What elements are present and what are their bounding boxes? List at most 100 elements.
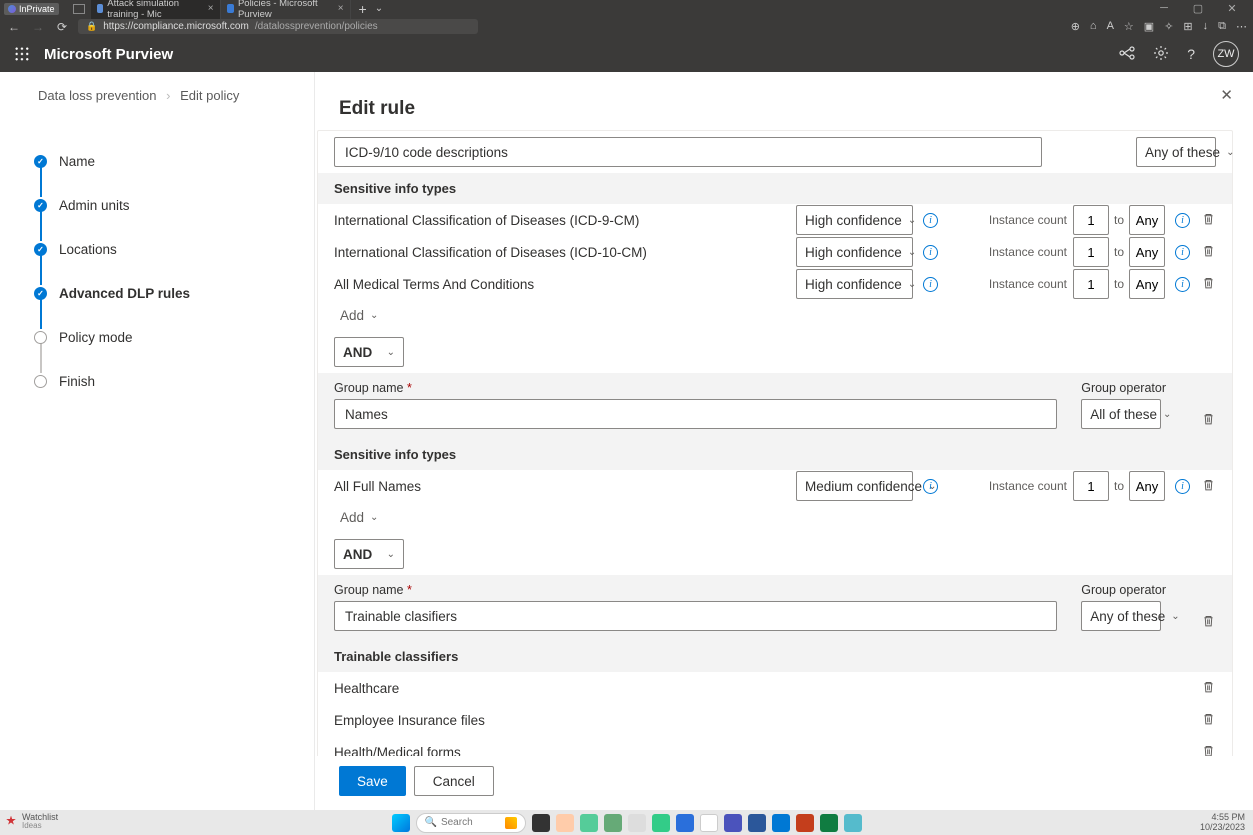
split-icon[interactable]: ▣ bbox=[1144, 20, 1154, 33]
instance-from-input[interactable] bbox=[1073, 237, 1109, 267]
rule-scroll-area[interactable]: Any of these⌄ Sensitive info types Inter… bbox=[315, 128, 1253, 756]
chat-icon[interactable] bbox=[580, 814, 598, 832]
app-icon[interactable] bbox=[628, 814, 646, 832]
info-icon[interactable]: i bbox=[1175, 479, 1190, 494]
group2-name-input[interactable] bbox=[334, 399, 1057, 429]
home-icon[interactable]: ⌂ bbox=[1090, 20, 1097, 33]
group3-name-input[interactable] bbox=[334, 601, 1057, 631]
app-header: Microsoft Purview ? ZW bbox=[0, 36, 1253, 72]
chrome-icon[interactable] bbox=[700, 814, 718, 832]
step-admin-units[interactable]: Admin units bbox=[34, 183, 314, 227]
info-icon[interactable]: i bbox=[1175, 213, 1190, 228]
cancel-button[interactable]: Cancel bbox=[414, 766, 494, 796]
star-icon[interactable]: ☆ bbox=[1124, 20, 1134, 33]
instance-from-input[interactable] bbox=[1073, 269, 1109, 299]
taskbar-clock[interactable]: 4:55 PM 10/23/2023 bbox=[1200, 813, 1245, 833]
help-icon[interactable]: ? bbox=[1187, 46, 1195, 62]
start-icon[interactable] bbox=[392, 814, 410, 832]
step-locations[interactable]: Locations bbox=[34, 227, 314, 271]
extensions-icon[interactable]: ⧉ bbox=[1218, 20, 1226, 33]
group1-operator-dropdown[interactable]: Any of these⌄ bbox=[1136, 137, 1216, 167]
delete-sit-icon[interactable] bbox=[1200, 212, 1216, 229]
group1-name-input[interactable] bbox=[334, 137, 1042, 167]
app-launcher-icon[interactable] bbox=[14, 46, 30, 62]
instance-to-dropdown[interactable]: Any bbox=[1129, 269, 1165, 299]
confidence-dropdown[interactable]: Medium confidence⌄ bbox=[796, 471, 913, 501]
info-icon[interactable]: i bbox=[923, 479, 938, 494]
delete-tc-icon[interactable] bbox=[1200, 680, 1216, 697]
group2-operator-dropdown[interactable]: All of these⌄ bbox=[1081, 399, 1161, 429]
step-name[interactable]: Name bbox=[34, 139, 314, 183]
taskview-icon[interactable] bbox=[532, 814, 550, 832]
delete-group-icon[interactable] bbox=[1200, 412, 1216, 429]
delete-tc-icon[interactable] bbox=[1200, 712, 1216, 729]
flow-icon[interactable] bbox=[1119, 45, 1135, 64]
url-input[interactable]: 🔒 https://compliance.microsoft.com/datal… bbox=[78, 19, 478, 34]
app-icon[interactable] bbox=[772, 814, 790, 832]
delete-tc-icon[interactable] bbox=[1200, 744, 1216, 757]
group3-operator-dropdown[interactable]: Any of these⌄ bbox=[1081, 601, 1161, 631]
instance-from-input[interactable] bbox=[1073, 205, 1109, 235]
taskbar-widgets[interactable]: WatchlistIdeas bbox=[6, 813, 58, 830]
maximize-icon[interactable]: ▢ bbox=[1181, 2, 1215, 15]
tab-overflow-icon[interactable]: ⌄ bbox=[375, 3, 383, 14]
instance-to-dropdown[interactable]: Any bbox=[1129, 471, 1165, 501]
close-panel-icon[interactable]: ✕ bbox=[1220, 86, 1233, 104]
minimize-icon[interactable]: ─ bbox=[1147, 2, 1181, 15]
dropdown-value: Any of these bbox=[1145, 145, 1220, 160]
teams-icon[interactable] bbox=[724, 814, 742, 832]
add-sit-button[interactable]: Add⌄ bbox=[318, 300, 1232, 331]
group-operator-dropdown[interactable]: AND⌄ bbox=[334, 337, 404, 367]
sit-name: International Classification of Diseases… bbox=[334, 213, 796, 228]
zoom-icon[interactable]: ⊕ bbox=[1071, 20, 1080, 33]
instance-to-dropdown[interactable]: Any bbox=[1129, 205, 1165, 235]
new-tab-button[interactable]: + bbox=[351, 1, 375, 17]
a-icon[interactable]: A bbox=[1107, 20, 1114, 33]
word-icon[interactable] bbox=[748, 814, 766, 832]
explorer-icon[interactable] bbox=[556, 814, 574, 832]
confidence-dropdown[interactable]: High confidence⌄ bbox=[796, 237, 913, 267]
more-icon[interactable]: ⋯ bbox=[1236, 20, 1247, 33]
avatar[interactable]: ZW bbox=[1213, 41, 1239, 67]
instance-to-dropdown[interactable]: Any bbox=[1129, 237, 1165, 267]
collections-icon[interactable]: ⊞ bbox=[1183, 20, 1192, 33]
add-sit-button-2[interactable]: Add⌄ bbox=[318, 502, 1232, 533]
tab-close-icon[interactable]: × bbox=[208, 3, 214, 14]
forward-icon: → bbox=[30, 20, 46, 34]
step-finish[interactable]: Finish bbox=[34, 359, 314, 403]
tab-close-icon[interactable]: × bbox=[338, 3, 344, 14]
fav-icon[interactable]: ✧ bbox=[1164, 20, 1173, 33]
info-icon[interactable]: i bbox=[1175, 245, 1190, 260]
confidence-dropdown[interactable]: High confidence⌄ bbox=[796, 269, 913, 299]
confidence-dropdown[interactable]: High confidence⌄ bbox=[796, 205, 913, 235]
info-icon[interactable]: i bbox=[923, 213, 938, 228]
instance-from-input[interactable] bbox=[1073, 471, 1109, 501]
group-operator-dropdown-2[interactable]: AND⌄ bbox=[334, 539, 404, 569]
delete-sit-icon[interactable] bbox=[1200, 478, 1216, 495]
step-policy-mode[interactable]: Policy mode bbox=[34, 315, 314, 359]
edge-icon[interactable] bbox=[676, 814, 694, 832]
download-icon[interactable]: ↓ bbox=[1203, 20, 1209, 33]
step-advanced-rules[interactable]: Advanced DLP rules bbox=[34, 271, 314, 315]
taskbar-search[interactable]: 🔍Search bbox=[416, 813, 526, 833]
delete-sit-icon[interactable] bbox=[1200, 276, 1216, 293]
delete-sit-icon[interactable] bbox=[1200, 244, 1216, 261]
close-window-icon[interactable]: ✕ bbox=[1215, 2, 1249, 15]
settings-icon[interactable] bbox=[1153, 45, 1169, 64]
lock-icon: 🔒 bbox=[86, 21, 97, 32]
powerpoint-icon[interactable] bbox=[796, 814, 814, 832]
app-icon[interactable] bbox=[844, 814, 862, 832]
tab-group-icon[interactable] bbox=[73, 4, 85, 14]
refresh-icon[interactable]: ⟳ bbox=[54, 20, 70, 34]
info-icon[interactable]: i bbox=[923, 277, 938, 292]
breadcrumb-root[interactable]: Data loss prevention bbox=[38, 88, 157, 103]
settings-taskbar-icon[interactable] bbox=[604, 814, 622, 832]
info-icon[interactable]: i bbox=[1175, 277, 1190, 292]
info-icon[interactable]: i bbox=[923, 245, 938, 260]
save-button[interactable]: Save bbox=[339, 766, 406, 796]
edit-rule-panel: ✕ Edit rule Any of these⌄ Sensitive info… bbox=[315, 72, 1253, 810]
app-icon[interactable] bbox=[652, 814, 670, 832]
delete-group-icon[interactable] bbox=[1200, 614, 1216, 631]
back-icon[interactable]: ← bbox=[6, 20, 22, 34]
excel-icon[interactable] bbox=[820, 814, 838, 832]
